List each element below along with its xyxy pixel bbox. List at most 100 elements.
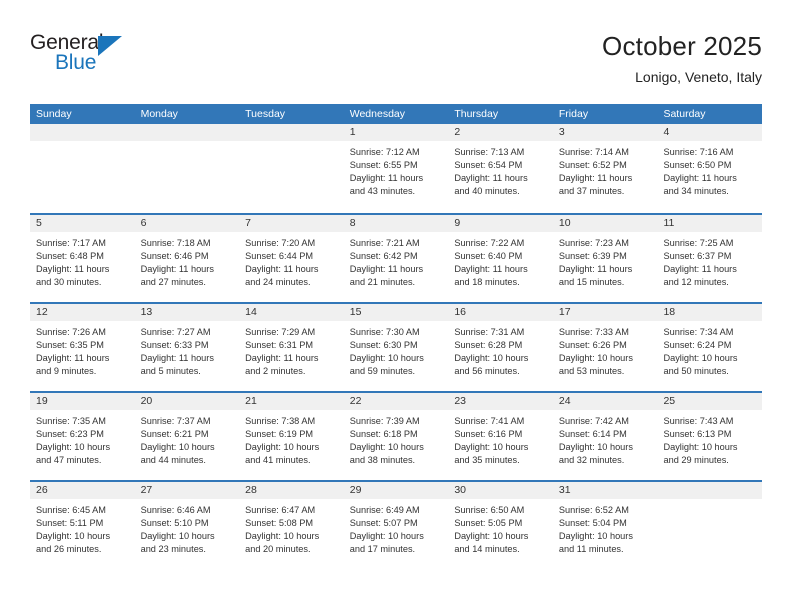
daylight-text-cont: and 30 minutes. <box>36 277 102 288</box>
calendar-grid: Sunday Monday Tuesday Wednesday Thursday… <box>30 104 763 569</box>
weekday-wednesday: Wednesday <box>349 108 405 120</box>
day-details: Sunrise: 7:21 AM Sunset: 6:42 PM Daylight:… <box>343 232 449 302</box>
day-cell[interactable]: 23 Sunrise: 7:41 AM Sunset: 6:16 PM Dayligh… <box>448 393 553 480</box>
daylight-text: Daylight: 10 hours <box>454 442 529 453</box>
day-number: 6 <box>134 215 240 232</box>
day-cell[interactable]: 20 Sunrise: 7:37 AM Sunset: 6:21 PM Dayligh… <box>134 393 240 480</box>
day-cell[interactable]: 12 Sunrise: 7:26 AM Sunset: 6:35 PM Dayligh… <box>30 304 135 391</box>
daylight-text-cont: and 14 minutes. <box>454 544 520 555</box>
day-cell[interactable]: 5 Sunrise: 7:17 AM Sunset: 6:48 PM Daylight… <box>30 215 135 302</box>
sunset-text: Sunset: 6:42 PM <box>349 251 418 262</box>
day-cell[interactable]: 16 Sunrise: 7:31 AM Sunset: 6:28 PM Dayligh… <box>448 304 553 391</box>
sunrise-text: Sunrise: 7:18 AM <box>140 238 211 248</box>
day-cell[interactable]: 8 Sunrise: 7:21 AM Sunset: 6:42 PM Daylight… <box>343 215 449 302</box>
day-cell[interactable]: 15 Sunrise: 7:30 AM Sunset: 6:30 PM Dayligh… <box>343 304 449 391</box>
day-details: Sunrise: 6:52 AM Sunset: 5:04 PM Daylight:… <box>552 499 658 569</box>
daylight-text-cont: and 53 minutes. <box>558 366 625 377</box>
weekday-header-row: Sunday Monday Tuesday Wednesday Thursday… <box>30 104 762 124</box>
sunset-text: Sunset: 6:46 PM <box>140 251 209 262</box>
day-cell[interactable]: 6 Sunrise: 7:18 AM Sunset: 6:46 PM Daylight… <box>134 215 240 302</box>
sunset-text: Sunset: 6:44 PM <box>245 251 314 262</box>
day-number: 25 <box>657 393 763 410</box>
weekday-sunday: Sunday <box>36 108 72 120</box>
day-details: Sunrise: 7:23 AM Sunset: 6:39 PM Daylight:… <box>552 232 658 302</box>
day-number: 19 <box>30 393 135 410</box>
day-number: 8 <box>343 215 449 232</box>
day-details: Sunrise: 7:30 AM Sunset: 6:30 PM Daylight:… <box>343 321 449 391</box>
day-number: 2 <box>448 124 553 141</box>
day-cell[interactable]: 25 Sunrise: 7:43 AM Sunset: 6:13 PM Dayligh… <box>657 393 763 480</box>
sunrise-text: Sunrise: 7:25 AM <box>663 238 734 248</box>
day-cell[interactable]: 3 Sunrise: 7:14 AM Sunset: 6:52 PM Daylight… <box>552 124 658 213</box>
sunrise-text: Sunrise: 6:52 AM <box>558 505 629 515</box>
calendar-week-row: 19 Sunrise: 7:35 AM Sunset: 6:23 PM Dayligh… <box>30 391 763 480</box>
day-number: 27 <box>134 482 240 499</box>
day-number: 3 <box>552 124 658 141</box>
daylight-text-cont: and 24 minutes. <box>245 277 311 288</box>
sunrise-text: Sunrise: 6:49 AM <box>349 505 420 515</box>
daylight-text-cont: and 43 minutes. <box>349 186 416 197</box>
daylight-text-cont: and 40 minutes. <box>454 186 520 197</box>
daylight-text: Daylight: 10 hours <box>349 531 424 542</box>
day-number: 9 <box>448 215 553 232</box>
day-number <box>657 482 763 499</box>
day-cell[interactable]: 27 Sunrise: 6:46 AM Sunset: 5:10 PM Dayligh… <box>134 482 240 569</box>
page-header: General Blue October 2025 Lonigo, Veneto… <box>30 28 762 96</box>
sunset-text: Sunset: 6:31 PM <box>245 340 314 351</box>
day-details: Sunrise: 7:13 AM Sunset: 6:54 PM Daylight:… <box>448 141 553 213</box>
daylight-text: Daylight: 11 hours <box>349 264 424 275</box>
sunrise-text: Sunrise: 6:45 AM <box>36 505 106 515</box>
day-cell[interactable]: 9 Sunrise: 7:22 AM Sunset: 6:40 PM Daylight… <box>448 215 553 302</box>
day-cell[interactable]: 24 Sunrise: 7:42 AM Sunset: 6:14 PM Dayligh… <box>552 393 658 480</box>
sunrise-text: Sunrise: 7:23 AM <box>558 238 629 248</box>
day-cell[interactable]: 10 Sunrise: 7:23 AM Sunset: 6:39 PM Dayligh… <box>552 215 658 302</box>
day-details: Sunrise: 7:22 AM Sunset: 6:40 PM Daylight:… <box>448 232 553 302</box>
daylight-text: Daylight: 11 hours <box>36 353 110 364</box>
daylight-text-cont: and 38 minutes. <box>349 455 416 466</box>
day-cell[interactable]: 18 Sunrise: 7:34 AM Sunset: 6:24 PM Dayligh… <box>657 304 763 391</box>
calendar-week-row: 12 Sunrise: 7:26 AM Sunset: 6:35 PM Dayligh… <box>30 302 763 391</box>
day-details: Sunrise: 7:37 AM Sunset: 6:21 PM Daylight:… <box>134 410 240 480</box>
day-number: 14 <box>239 304 344 321</box>
sunrise-text: Sunrise: 7:35 AM <box>36 416 106 426</box>
day-details: Sunrise: 7:43 AM Sunset: 6:13 PM Daylight:… <box>657 410 763 480</box>
day-cell[interactable]: 21 Sunrise: 7:38 AM Sunset: 6:19 PM Dayligh… <box>239 393 344 480</box>
sunrise-text: Sunrise: 7:42 AM <box>558 416 629 426</box>
day-number: 21 <box>239 393 344 410</box>
day-cell[interactable]: 2 Sunrise: 7:13 AM Sunset: 6:54 PM Daylight… <box>448 124 553 213</box>
day-cell[interactable]: 22 Sunrise: 7:39 AM Sunset: 6:18 PM Dayligh… <box>343 393 449 480</box>
daylight-text: Daylight: 11 hours <box>454 173 528 184</box>
sunrise-text: Sunrise: 7:33 AM <box>558 327 629 337</box>
day-cell[interactable]: 4 Sunrise: 7:16 AM Sunset: 6:50 PM Daylight… <box>657 124 763 213</box>
day-number: 4 <box>657 124 763 141</box>
day-number: 5 <box>30 215 135 232</box>
day-number: 18 <box>657 304 763 321</box>
day-cell[interactable]: 31 Sunrise: 6:52 AM Sunset: 5:04 PM Dayligh… <box>552 482 658 569</box>
daylight-text-cont: and 41 minutes. <box>245 455 311 466</box>
day-cell[interactable]: 28 Sunrise: 6:47 AM Sunset: 5:08 PM Dayligh… <box>239 482 344 569</box>
day-cell[interactable]: 26 Sunrise: 6:45 AM Sunset: 5:11 PM Dayligh… <box>30 482 135 569</box>
calendar-week-row: 1 Sunrise: 7:12 AM Sunset: 6:55 PM Daylight… <box>30 124 763 213</box>
day-cell[interactable]: 13 Sunrise: 7:27 AM Sunset: 6:33 PM Dayligh… <box>134 304 240 391</box>
sunset-text: Sunset: 5:07 PM <box>349 518 418 529</box>
triangle-icon <box>98 36 122 56</box>
general-blue-logo[interactable]: General Blue <box>30 28 150 82</box>
daylight-text-cont: and 59 minutes. <box>349 366 416 377</box>
day-cell[interactable]: 1 Sunrise: 7:12 AM Sunset: 6:55 PM Daylight… <box>343 124 449 213</box>
day-details: Sunrise: 7:29 AM Sunset: 6:31 PM Daylight:… <box>239 321 344 391</box>
day-details: Sunrise: 6:46 AM Sunset: 5:10 PM Daylight:… <box>134 499 240 569</box>
sunset-text: Sunset: 6:35 PM <box>36 340 104 351</box>
day-cell[interactable]: 14 Sunrise: 7:29 AM Sunset: 6:31 PM Dayligh… <box>239 304 344 391</box>
day-cell[interactable]: 11 Sunrise: 7:25 AM Sunset: 6:37 PM Dayligh… <box>657 215 763 302</box>
day-cell[interactable]: 30 Sunrise: 6:50 AM Sunset: 5:05 PM Dayligh… <box>448 482 553 569</box>
sunset-text: Sunset: 6:18 PM <box>349 429 418 440</box>
sunset-text: Sunset: 6:37 PM <box>663 251 732 262</box>
day-cell[interactable]: 29 Sunrise: 6:49 AM Sunset: 5:07 PM Dayligh… <box>343 482 449 569</box>
day-cell[interactable]: 17 Sunrise: 7:33 AM Sunset: 6:26 PM Dayligh… <box>552 304 658 391</box>
calendar-page: General Blue October 2025 Lonigo, Veneto… <box>0 0 792 612</box>
day-number: 28 <box>239 482 344 499</box>
sunrise-text: Sunrise: 7:38 AM <box>245 416 316 426</box>
day-cell[interactable]: 19 Sunrise: 7:35 AM Sunset: 6:23 PM Dayligh… <box>30 393 135 480</box>
day-cell[interactable]: 7 Sunrise: 7:20 AM Sunset: 6:44 PM Daylight… <box>239 215 344 302</box>
sunset-text: Sunset: 6:28 PM <box>454 340 523 351</box>
